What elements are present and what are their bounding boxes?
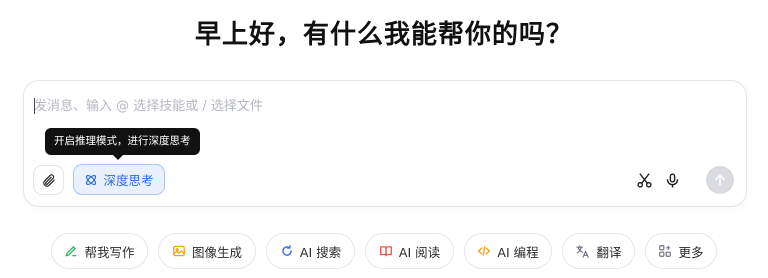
chip-label: AI 搜索: [299, 244, 342, 260]
chip-label: 更多: [678, 244, 704, 260]
deep-think-tooltip: 开启推理模式，进行深度思考: [45, 128, 200, 160]
chip-image-generation[interactable]: 图像生成: [158, 233, 256, 269]
microphone-icon: [666, 172, 678, 188]
pen-icon: [65, 246, 77, 257]
paperclip-icon: [43, 173, 55, 187]
chip-translate[interactable]: 翻译: [562, 233, 635, 269]
deep-think-label: 深度思考: [103, 173, 154, 188]
voice-input-button[interactable]: [660, 168, 684, 192]
chip-ai-coding[interactable]: AI 编程: [464, 233, 552, 269]
book-icon: [379, 246, 392, 257]
chip-ai-reading[interactable]: AI 阅读: [365, 233, 454, 269]
translate-icon: [576, 244, 590, 258]
chip-writing[interactable]: 帮我写作: [51, 233, 148, 269]
chip-label: AI 编程: [497, 244, 539, 260]
chip-label: 翻译: [596, 244, 622, 260]
send-button[interactable]: [706, 166, 734, 194]
grid-icon: [659, 245, 672, 257]
text-caret: [34, 98, 35, 114]
screenshot-button[interactable]: [632, 168, 656, 192]
deep-think-button[interactable]: 深度思考: [73, 164, 165, 195]
chip-ai-search[interactable]: AI 搜索: [266, 233, 355, 269]
search-refresh-icon: [282, 245, 292, 256]
atom-icon: [86, 174, 97, 185]
scissors-icon: [636, 172, 652, 188]
greeting-title: 早上好，有什么我能帮你的吗？: [194, 20, 573, 50]
chip-label: 图像生成: [191, 244, 242, 260]
chip-label: AI 阅读: [398, 244, 441, 260]
code-icon: [478, 246, 491, 256]
image-icon: [173, 245, 185, 257]
chip-label: 帮我写作: [84, 244, 135, 260]
attach-button[interactable]: [33, 165, 64, 195]
chip-more[interactable]: 更多: [645, 233, 717, 269]
arrow-up-icon: [715, 174, 725, 186]
message-input[interactable]: [34, 95, 634, 117]
